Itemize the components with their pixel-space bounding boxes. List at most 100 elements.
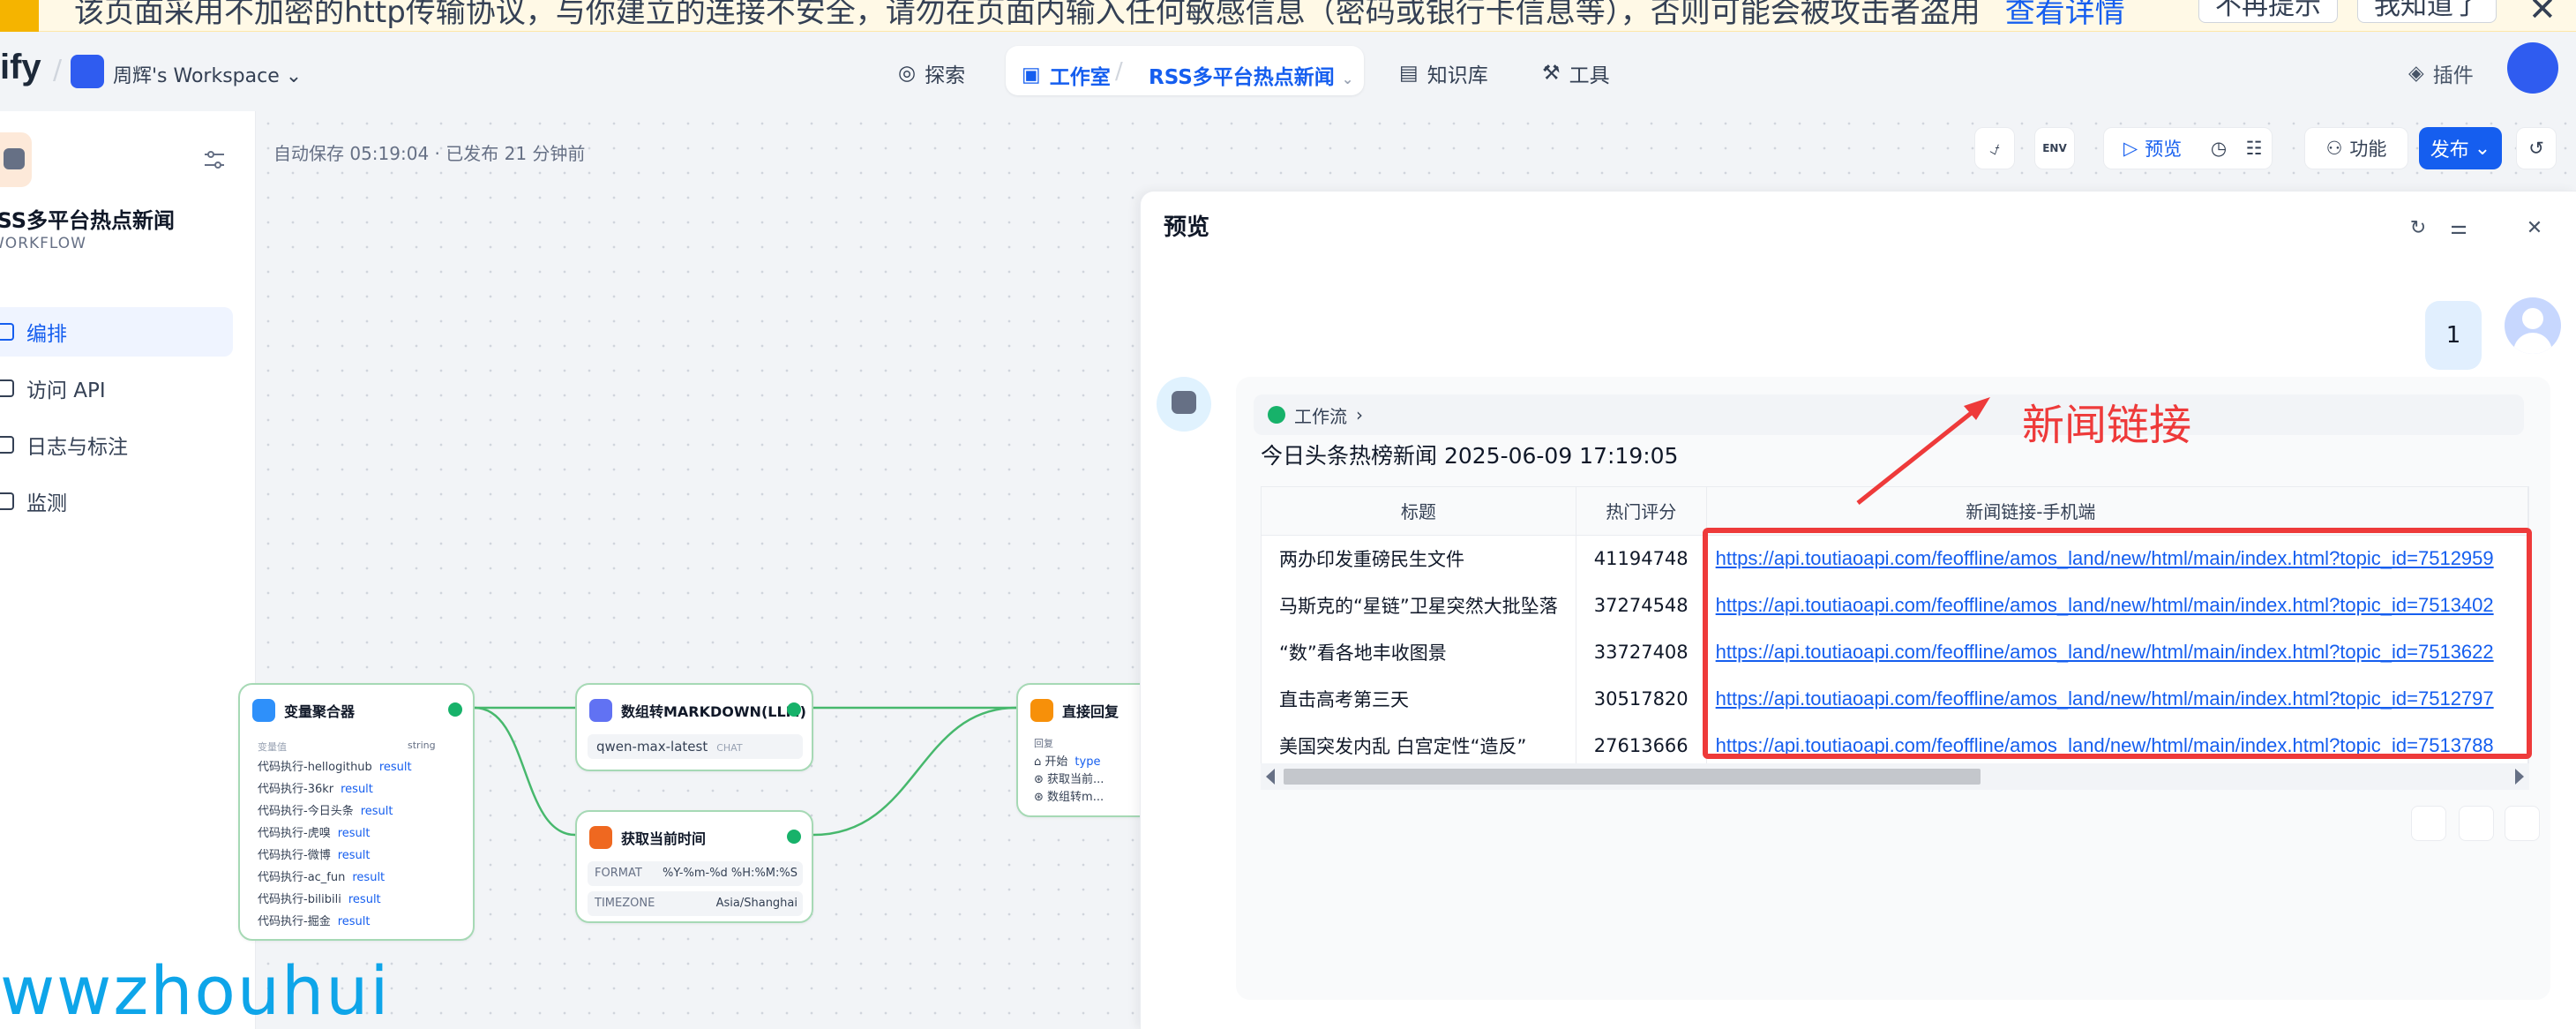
workspace-icon[interactable]	[71, 55, 104, 88]
reply-label: 回复	[1034, 738, 1053, 749]
app-type: WORKFLOW	[0, 235, 86, 252]
hot-score-cell: 37274548	[1576, 582, 1707, 628]
close-icon[interactable]: ✕	[2524, 218, 2545, 239]
divider: /	[1115, 58, 1123, 85]
scrollbar-thumb[interactable]	[1284, 769, 1981, 785]
refresh-icon[interactable]: ↻	[2408, 218, 2429, 239]
checklist-icon[interactable]: ⍻	[1974, 127, 2015, 169]
news-title-cell: 马斯克的“星链”卫星突然大批坠落	[1262, 582, 1576, 628]
horizontal-scrollbar[interactable]	[1261, 763, 2529, 790]
column-header: 标题	[1262, 487, 1576, 536]
hot-score-cell: 30517820	[1576, 675, 1707, 722]
chevron-right-icon: ›	[1356, 404, 1363, 425]
security-warning-banner: 该页面采用不加密的http传输协议，与你建立的连接不安全，请勿在页面内输入任何敏…	[0, 0, 2576, 32]
news-title-cell: “数”看各地丰收图景	[1262, 628, 1576, 675]
scroll-left-arrow-icon[interactable]	[1266, 769, 1275, 785]
nav-tools[interactable]: ⚒ 工具	[1542, 58, 1610, 88]
plugins-button[interactable]: ◈ 插件	[2408, 58, 2474, 88]
reply-var: ⊛ 获取当前...	[1034, 773, 1105, 786]
reply-var: ⊛ 数组转m...	[1034, 791, 1105, 804]
chevron-down-icon: ⌄	[2474, 137, 2491, 160]
checklist-alt-icon[interactable]: ☷	[2241, 132, 2267, 164]
format-param: FORMAT %Y-%m-%d %H:%M:%S	[588, 861, 803, 886]
aggregator-input: 代码执行-掘金 result	[258, 915, 371, 928]
watermark: wwzhouhui	[0, 951, 391, 1029]
annotation-highlight-box	[1703, 528, 2532, 759]
cube-icon: ◈	[2408, 62, 2424, 85]
user-avatar[interactable]	[2507, 42, 2558, 94]
preview-title: 预览	[1164, 214, 1210, 241]
aggregator-input: 代码执行-今日头条 result	[258, 805, 393, 818]
llm-icon	[589, 699, 612, 722]
hot-score-cell: 33727408	[1576, 628, 1707, 675]
settings-sliders-icon[interactable]	[203, 148, 226, 171]
publish-button[interactable]: 发布 ⌄	[2419, 127, 2502, 169]
regenerate-icon[interactable]	[2505, 806, 2540, 841]
no-remind-button[interactable]: 不再提示	[2198, 0, 2338, 23]
workflow-process-toggle[interactable]: 工作流 ›	[1254, 394, 2524, 435]
play-icon: ▷	[2123, 138, 2138, 159]
dashboard-icon	[0, 492, 14, 510]
node-variable-aggregator[interactable]: 变量聚合器 变量值 string 代码执行-hellogithub result …	[238, 683, 475, 941]
layout-icon	[0, 323, 14, 341]
current-app-switcher[interactable]: RSS多平台热点新闻 ⌄	[1149, 60, 1353, 90]
version-history-icon[interactable]: ↺	[2516, 127, 2557, 169]
env-variables-button[interactable]: ENV	[2034, 127, 2075, 169]
hot-score-cell: 27613666	[1576, 722, 1707, 769]
app-robot-icon	[0, 132, 32, 187]
hammer-icon: ⚒	[1542, 62, 1561, 85]
reply-var: ⌂ 开始 type	[1034, 755, 1101, 769]
aggregator-input: 代码执行-36kr result	[258, 783, 373, 796]
settings-sliders-icon[interactable]: ⚌	[2448, 218, 2469, 239]
aggregator-icon	[252, 699, 275, 722]
divider: /	[53, 55, 63, 86]
app-name: RSS多平台热点新闻	[0, 208, 175, 233]
top-header: ify / 周辉's Workspace ⌄ ◎ 探索 ▣ 工作室 / RSS多平台…	[0, 32, 2576, 111]
nav-explore[interactable]: ◎ 探索	[898, 58, 965, 88]
success-check-icon	[787, 830, 801, 844]
bot-avatar	[1157, 377, 1211, 432]
sidebar-item-orchestrate[interactable]: 编排	[0, 307, 233, 357]
chevron-down-icon: ⌄	[285, 65, 303, 87]
app-sidebar: RSS多平台热点新闻 WORKFLOW 编排 访问 API 日志与标注 监测	[0, 111, 256, 1029]
news-title-cell: 美国突发内乱 白宫定性“造反”	[1262, 722, 1576, 769]
workspace-switcher[interactable]: 周辉's Workspace ⌄	[113, 60, 302, 88]
chevron-down-icon: ⌄	[1341, 71, 1354, 87]
reply-icon	[1030, 699, 1053, 722]
document-icon[interactable]	[2411, 806, 2446, 841]
aggregator-input: 代码执行-ac_fun result	[258, 871, 386, 884]
hot-score-cell: 41194748	[1576, 535, 1707, 582]
model-selector: qwen-max-latest CHAT	[588, 734, 803, 759]
file-list-icon	[0, 436, 14, 454]
node-current-time[interactable]: 获取当前时间 FORMAT %Y-%m-%d %H:%M:%S TIMEZONE A…	[575, 810, 813, 923]
sidebar-item-api[interactable]: 访问 API	[0, 364, 233, 413]
node-llm[interactable]: 数组转MARKDOWN(LLM) qwen-max-latest CHAT	[575, 683, 813, 771]
copy-icon[interactable]	[2459, 806, 2494, 841]
nav-knowledge[interactable]: ▤ 知识库	[1399, 58, 1488, 88]
terminal-icon	[0, 379, 14, 397]
banner-close-icon[interactable]: ✕	[2528, 0, 2557, 28]
dify-logo[interactable]: ify	[0, 48, 41, 87]
history-icon[interactable]: ◷	[2205, 132, 2232, 164]
news-title-cell: 两办印发重磅民生文件	[1262, 535, 1576, 582]
nav-studio[interactable]: ▣ 工作室 / RSS多平台热点新闻 ⌄	[1006, 46, 1364, 95]
user-avatar	[2505, 297, 2561, 354]
compass-icon: ◎	[898, 62, 917, 85]
news-title: 今日头条热榜新闻 2025-06-09 17:19:05	[1261, 443, 1679, 469]
check-circle-icon	[1268, 406, 1285, 424]
aggregator-input: 代码执行-hellogithub result	[258, 761, 412, 774]
book-icon: ▤	[1399, 62, 1419, 85]
sidebar-item-logs[interactable]: 日志与标注	[0, 420, 233, 469]
warning-icon	[0, 0, 39, 32]
timezone-param: TIMEZONE Asia/Shanghai	[588, 891, 803, 916]
features-button[interactable]: ⚇ 功能	[2304, 127, 2408, 169]
view-details-link[interactable]: 查看详情	[2005, 0, 2125, 30]
column-header: 热门评分	[1576, 487, 1707, 536]
scroll-right-arrow-icon[interactable]	[2515, 769, 2524, 785]
clock-icon	[589, 826, 612, 849]
robot-icon: ▣	[1022, 64, 1041, 86]
apps-icon: ⚇	[2325, 138, 2343, 159]
autosave-status: 自动保存 05:19:04 · 已发布 21 分钟前	[273, 143, 586, 164]
got-it-button[interactable]: 我知道了	[2357, 0, 2497, 23]
sidebar-item-monitoring[interactable]: 监测	[0, 477, 233, 526]
